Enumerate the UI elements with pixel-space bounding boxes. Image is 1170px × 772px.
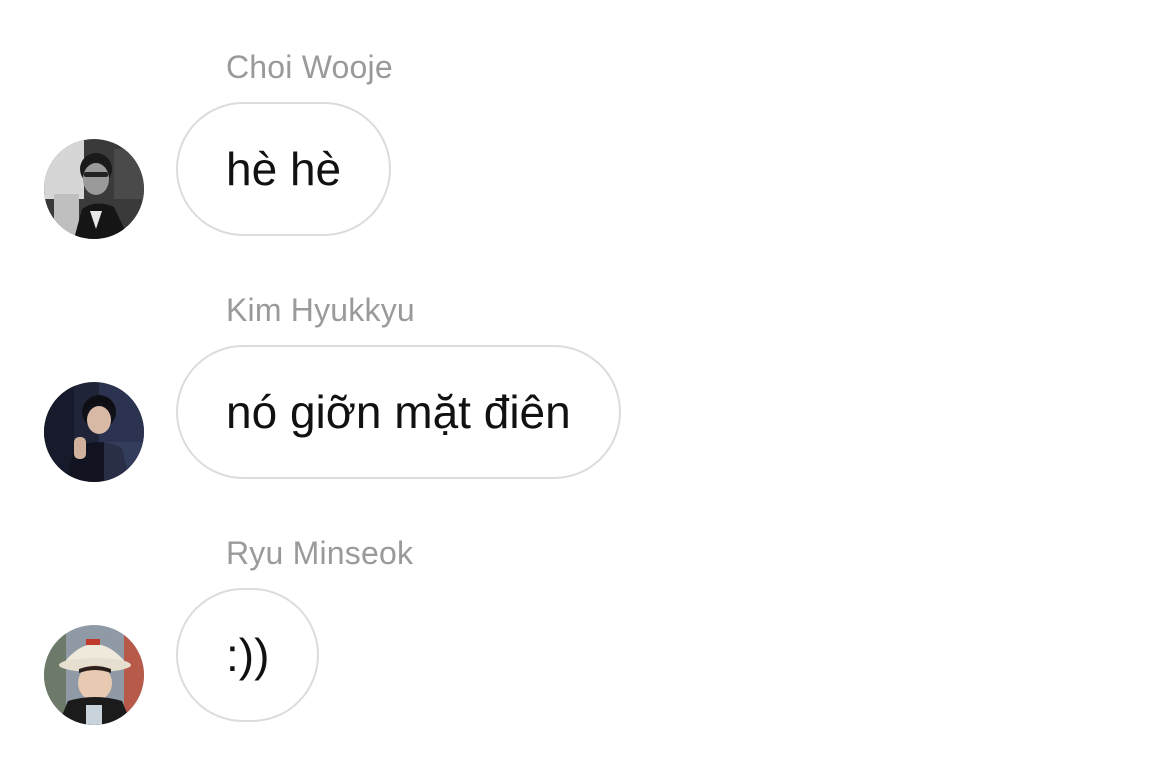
profile-photo-icon <box>44 382 144 482</box>
sender-name: Ryu Minseok <box>226 535 414 571</box>
profile-photo-icon <box>44 139 144 239</box>
avatar[interactable] <box>44 139 144 239</box>
sender-name: Choi Wooje <box>226 49 393 85</box>
sender-name: Kim Hyukkyu <box>226 292 415 328</box>
profile-photo-icon <box>44 625 144 725</box>
message-bubble[interactable]: nó giỡn mặt điên <box>176 345 621 479</box>
message-bubble[interactable]: hè hè <box>176 102 392 236</box>
message-bubble[interactable]: :)) <box>176 588 320 722</box>
avatar[interactable] <box>44 382 144 482</box>
avatar[interactable] <box>44 625 144 725</box>
